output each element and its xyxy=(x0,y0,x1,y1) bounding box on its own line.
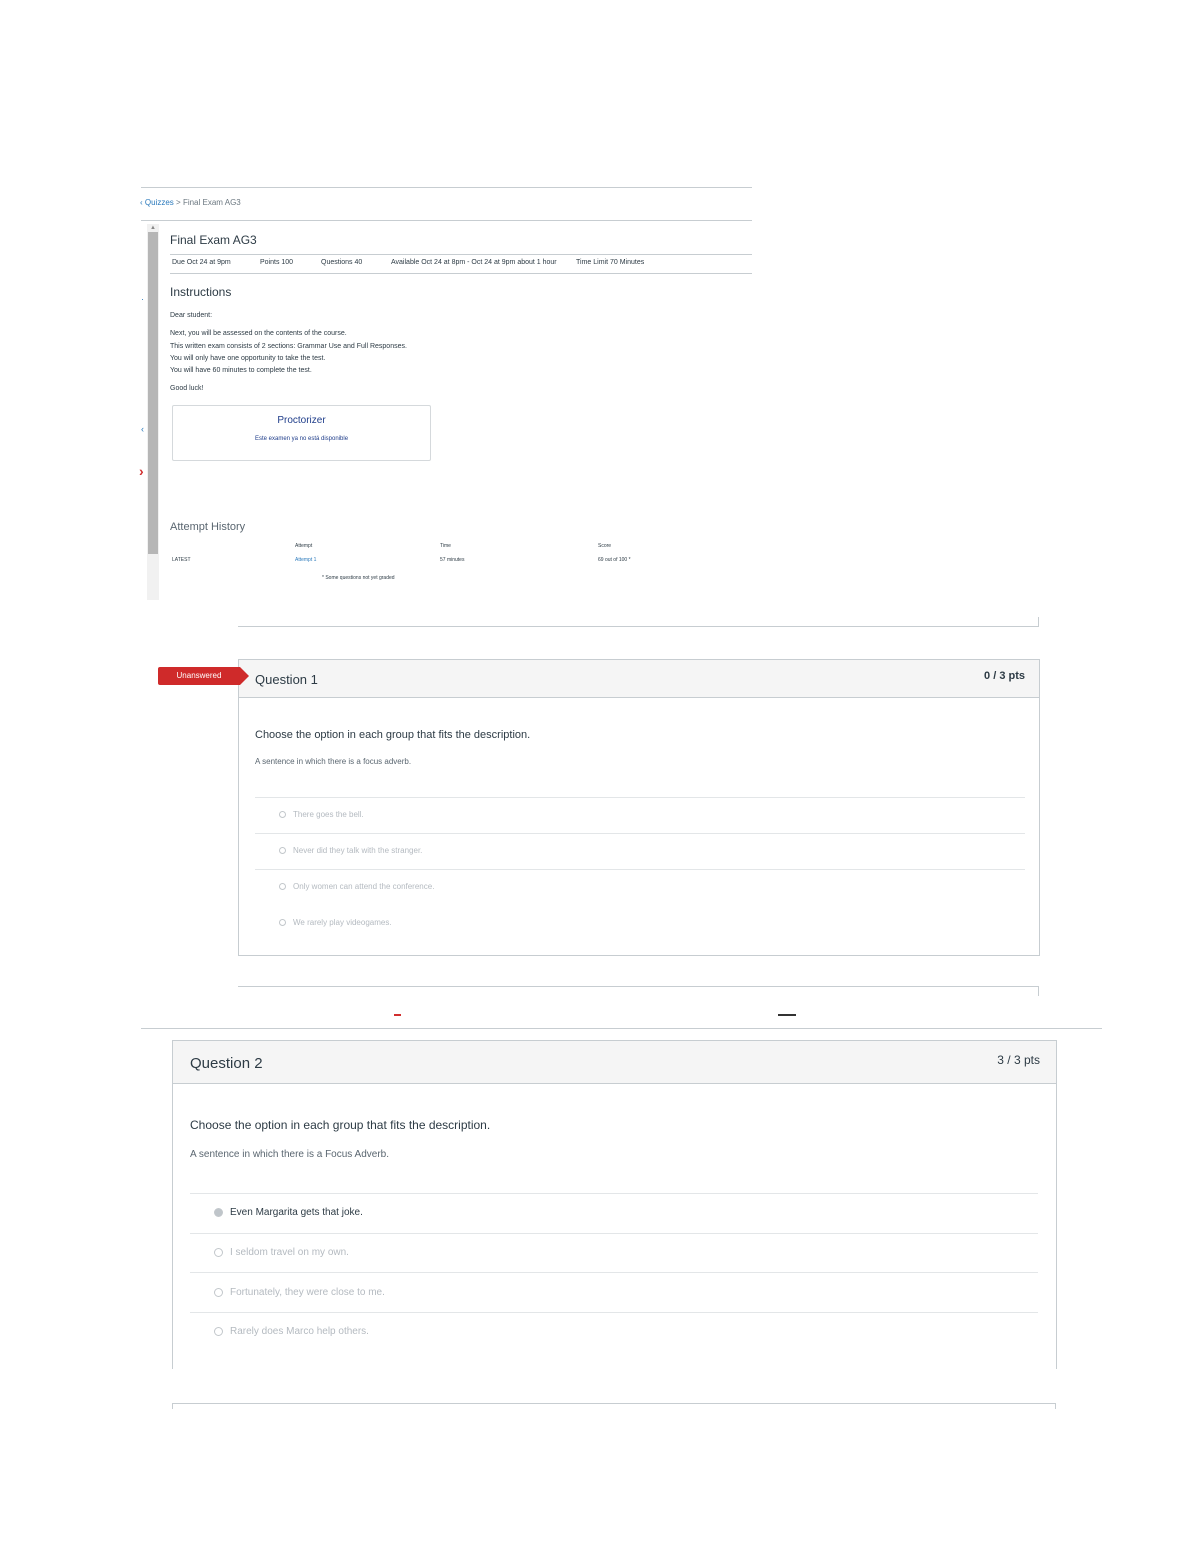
answer-divider xyxy=(255,797,1025,798)
answer-label: Even Margarita gets that joke. xyxy=(230,1207,363,1218)
card-edge xyxy=(1038,617,1039,627)
radio-button[interactable] xyxy=(279,883,286,891)
question-2-card: Question 2 3 / 3 pts Choose the option i… xyxy=(172,1040,1057,1369)
radio-button[interactable] xyxy=(279,811,286,819)
attempt-history-title: Attempt History xyxy=(170,521,246,533)
card-edge xyxy=(172,1403,1056,1404)
dark-mark xyxy=(778,1014,796,1016)
attempt-link[interactable]: Attempt 1 xyxy=(295,557,316,563)
answer-option[interactable]: We rarely play videogames. xyxy=(279,918,392,927)
question-1-card: Question 1 0 / 3 pts Choose the option i… xyxy=(238,659,1040,956)
meta-top-divider xyxy=(170,254,752,255)
scrollbar-thumb[interactable] xyxy=(148,232,158,554)
meta-time-limit: Time Limit 70 Minutes xyxy=(576,259,645,266)
instruction-line: This written exam consists of 2 sections… xyxy=(170,343,407,350)
card-edge xyxy=(172,1403,173,1409)
instruction-line: You will have 60 minutes to complete the… xyxy=(170,367,312,374)
answer-option-selected[interactable]: Even Margarita gets that joke. xyxy=(214,1207,363,1218)
card-edge xyxy=(238,986,1039,987)
question-2-title: Question 2 xyxy=(190,1055,263,1072)
question-1-header xyxy=(239,660,1039,698)
meta-questions: Questions 40 xyxy=(321,259,363,266)
side-marker: ‹ xyxy=(141,424,144,434)
instruction-line: Next, you will be assessed on the conten… xyxy=(170,330,347,337)
question-2-subprompt: A sentence in which there is a Focus Adv… xyxy=(190,1149,389,1160)
attempt-note: * Some questions not yet graded xyxy=(322,575,395,581)
radio-button[interactable] xyxy=(214,1247,223,1257)
answer-label: Never did they talk with the stranger. xyxy=(293,846,423,855)
attempt-score: 69 out of 100 * xyxy=(598,557,631,563)
breadcrumb-quizzes-link[interactable]: ‹ Quizzes xyxy=(140,198,174,207)
answer-divider xyxy=(190,1272,1038,1273)
score-header: Score xyxy=(598,543,612,549)
answer-label: There goes the bell. xyxy=(293,810,364,819)
time-header: Time xyxy=(440,543,451,549)
answer-divider xyxy=(255,869,1025,870)
proctorizer-box: Proctorizer Este examen ya no está dispo… xyxy=(172,405,431,461)
breadcrumb: ‹ Quizzes > Final Exam AG3 xyxy=(140,198,241,207)
meta-available: Available Oct 24 at 8pm - Oct 24 at 9pm … xyxy=(391,259,557,266)
instruction-line: You will only have one opportunity to ta… xyxy=(170,355,326,362)
scroll-up-arrow-icon[interactable]: ▲ xyxy=(148,224,158,232)
proctorizer-subtitle: Este examen ya no está disponible xyxy=(254,436,349,442)
instructions-title: Instructions xyxy=(170,285,232,299)
unanswered-flag: Unanswered xyxy=(158,667,249,685)
radio-button[interactable] xyxy=(214,1287,223,1297)
proctorizer-title: Proctorizer xyxy=(277,415,326,426)
question-1-prompt: Choose the option in each group that fit… xyxy=(255,729,531,741)
page-divider xyxy=(141,1028,1102,1029)
breadcrumb-separator: > xyxy=(176,198,181,207)
card-edge xyxy=(1055,1403,1056,1409)
question-2-points: 3 / 3 pts xyxy=(997,1053,1040,1067)
answer-divider xyxy=(255,833,1025,834)
answer-option[interactable]: Only women can attend the conference. xyxy=(279,882,434,891)
answer-divider xyxy=(190,1233,1038,1234)
answer-label: I seldom travel on my own. xyxy=(230,1247,349,1258)
answer-label: Only women can attend the conference. xyxy=(293,882,435,891)
instruction-line: Dear student: xyxy=(170,312,213,319)
card-edge xyxy=(238,626,1039,627)
chevron-right-icon[interactable]: › xyxy=(139,463,144,479)
side-marker: · xyxy=(141,294,144,304)
meta-points: Points 100 xyxy=(260,259,294,266)
radio-button[interactable] xyxy=(214,1326,223,1336)
answer-label: Rarely does Marco help others. xyxy=(230,1326,369,1337)
answer-label: We rarely play videogames. xyxy=(293,918,392,927)
answer-option[interactable]: Rarely does Marco help others. xyxy=(214,1326,369,1337)
question-1-title: Question 1 xyxy=(255,672,318,687)
question-1-subprompt: A sentence in which there is a focus adv… xyxy=(255,757,412,766)
top-divider xyxy=(141,187,752,188)
radio-button[interactable] xyxy=(279,847,286,855)
radio-button[interactable] xyxy=(279,919,286,927)
red-mark xyxy=(394,1014,401,1016)
breadcrumb-current: Final Exam AG3 xyxy=(182,198,241,207)
answer-divider xyxy=(190,1312,1038,1313)
attempt-row-label: LATEST xyxy=(172,557,191,563)
meta-due: Due Oct 24 at 9pm xyxy=(172,259,231,266)
question-2-prompt: Choose the option in each group that fit… xyxy=(190,1118,491,1132)
answer-label: Fortunately, they were close to me. xyxy=(230,1287,385,1298)
answer-option[interactable]: I seldom travel on my own. xyxy=(214,1247,349,1258)
exam-title: Final Exam AG3 xyxy=(170,233,257,247)
meta-bottom-divider xyxy=(170,273,752,274)
answer-option[interactable]: Never did they talk with the stranger. xyxy=(279,846,422,855)
instruction-line: Good luck! xyxy=(170,385,204,392)
attempt-time: 57 minutes xyxy=(440,557,465,563)
answer-option[interactable]: There goes the bell. xyxy=(279,810,364,819)
question-1-points: 0 / 3 pts xyxy=(984,670,1025,682)
card-edge xyxy=(1038,986,1039,996)
attempt-header: Attempt xyxy=(295,543,313,549)
answer-divider xyxy=(190,1193,1038,1194)
breadcrumb-divider xyxy=(141,220,752,221)
answer-option[interactable]: Fortunately, they were close to me. xyxy=(214,1287,385,1298)
radio-button-selected[interactable] xyxy=(214,1207,223,1217)
question-2-header xyxy=(173,1041,1056,1084)
